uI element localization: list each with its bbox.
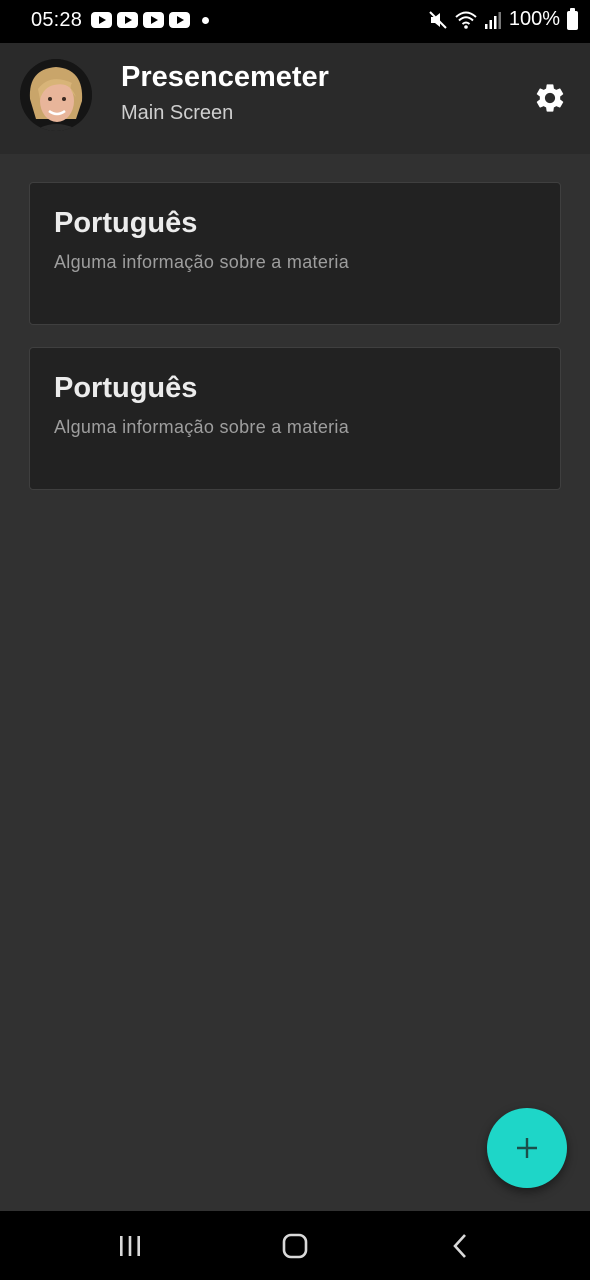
app-title: Presencemeter xyxy=(121,61,329,93)
subject-card[interactable]: Português Alguma informação sobre a mate… xyxy=(29,182,561,325)
status-bar: 05:28 100% xyxy=(0,0,590,43)
settings-gear-icon[interactable] xyxy=(533,81,567,115)
home-icon[interactable] xyxy=(275,1231,315,1261)
notification-icons xyxy=(91,12,190,28)
more-notifications-dot-icon xyxy=(202,17,209,24)
subject-description: Alguma informação sobre a materia xyxy=(54,417,350,437)
battery-icon xyxy=(567,7,578,30)
wifi-icon xyxy=(455,11,477,29)
system-nav-bar xyxy=(0,1211,590,1280)
recent-apps-icon[interactable] xyxy=(110,1231,150,1261)
mute-icon xyxy=(429,10,447,29)
subject-card[interactable]: Português Alguma informação sobre a mate… xyxy=(29,347,561,490)
avatar[interactable] xyxy=(20,59,92,131)
avatar-image xyxy=(20,59,92,131)
battery-percentage: 100% xyxy=(508,8,560,30)
signal-icon xyxy=(484,11,501,29)
plus-icon xyxy=(517,1138,537,1158)
status-right: 100% xyxy=(428,7,578,31)
status-time: 05:28 xyxy=(31,9,83,31)
youtube-icon xyxy=(143,12,164,28)
youtube-icon xyxy=(117,12,138,28)
subject-description: Alguma informação sobre a materia xyxy=(54,252,350,272)
subject-title: Português xyxy=(54,207,198,239)
youtube-icon xyxy=(91,12,112,28)
back-icon[interactable] xyxy=(440,1231,480,1261)
youtube-icon xyxy=(169,12,190,28)
subject-title: Português xyxy=(54,372,198,404)
add-subject-button[interactable] xyxy=(487,1108,567,1188)
app-subtitle: Main Screen xyxy=(121,102,234,124)
app-bar: Presencemeter Main Screen xyxy=(0,43,590,154)
